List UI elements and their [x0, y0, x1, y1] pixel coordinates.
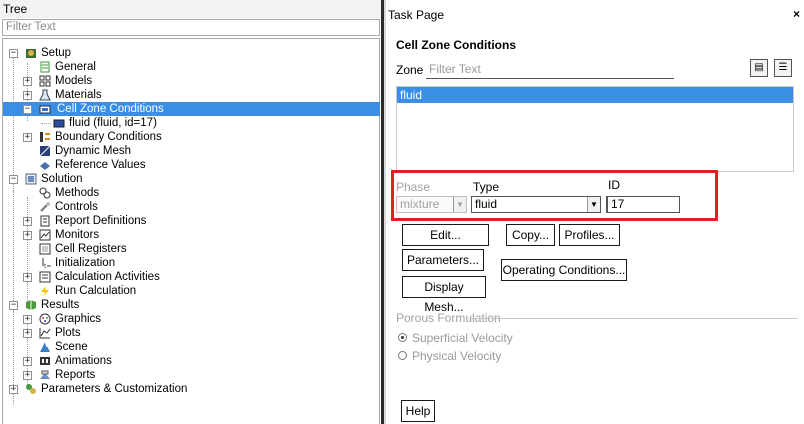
tree-node-results[interactable]: − Results — [3, 298, 303, 312]
superficial-velocity-radio[interactable]: Superficial Velocity — [398, 331, 598, 345]
monitors-icon — [39, 229, 51, 241]
initialization-icon: t=0 — [39, 257, 55, 270]
radio-selected-icon[interactable] — [398, 333, 407, 342]
tree-filter-input[interactable]: Filter Text — [2, 19, 380, 36]
expand-icon[interactable]: + — [23, 231, 32, 240]
svg-text:t=0: t=0 — [44, 263, 51, 269]
help-button[interactable]: Help — [401, 400, 435, 422]
select-all-icon[interactable]: ☰ — [774, 59, 792, 77]
highlight-annotation-box — [391, 170, 718, 221]
graphics-icon — [39, 313, 51, 325]
materials-icon — [39, 89, 51, 101]
display-mesh-button[interactable]: Display Mesh... — [402, 276, 486, 314]
cell-registers-icon — [39, 243, 51, 255]
animations-icon — [39, 355, 51, 367]
section-title: Cell Zone Conditions — [396, 38, 516, 52]
copy-button[interactable]: Copy... — [506, 224, 555, 246]
zone-list[interactable]: fluid — [396, 86, 794, 172]
general-icon — [39, 61, 51, 73]
tree-node-cell-zone-conditions[interactable]: − Cell Zone Conditions — [3, 102, 380, 116]
tree-node-materials[interactable]: + Materials — [3, 88, 303, 102]
tree-node-models[interactable]: + Models — [3, 74, 303, 88]
results-icon — [25, 299, 37, 311]
expand-icon[interactable]: + — [23, 91, 32, 100]
task-page-title: Task Page — [388, 8, 445, 22]
parameters-icon — [25, 383, 37, 395]
tree-node-plots[interactable]: + Plots — [3, 326, 303, 340]
tree-node-animations[interactable]: + Animations — [3, 354, 303, 368]
cell-zone-icon — [39, 103, 51, 115]
tree-node-run-calculation[interactable]: Run Calculation — [3, 284, 303, 298]
tree-view: − Setup General + Models + Materials − C… — [2, 38, 380, 424]
models-icon — [39, 75, 51, 87]
tree-node-setup[interactable]: − Setup — [3, 46, 303, 60]
filter-options-icon[interactable]: ▤ — [750, 59, 768, 77]
methods-icon — [39, 187, 51, 199]
solution-icon — [25, 173, 37, 185]
tree-node-general[interactable]: General — [3, 60, 303, 74]
expand-icon[interactable]: + — [23, 315, 32, 324]
tree-node-scene[interactable]: Scene — [3, 340, 303, 354]
tree-node-cell-registers[interactable]: Cell Registers — [3, 242, 303, 256]
tree-node-monitors[interactable]: + Monitors — [3, 228, 303, 242]
collapse-icon[interactable]: − — [23, 105, 32, 114]
expand-icon[interactable]: + — [23, 133, 32, 142]
tree-panel: Tree Filter Text − Setup General + Model… — [0, 0, 381, 424]
physical-velocity-radio[interactable]: Physical Velocity — [398, 349, 598, 363]
expand-icon[interactable]: + — [23, 217, 32, 226]
report-definitions-icon — [39, 215, 51, 227]
collapse-icon[interactable]: − — [9, 49, 18, 58]
close-icon[interactable]: × — [793, 0, 800, 28]
tree-node-solution[interactable]: − Solution — [3, 172, 303, 186]
dynamic-mesh-icon — [39, 145, 51, 157]
tree-node-initialization[interactable]: t=0 Initialization — [3, 256, 303, 270]
calculation-activities-icon — [39, 271, 51, 283]
expand-icon[interactable]: + — [23, 329, 32, 338]
collapse-icon[interactable]: − — [9, 301, 18, 310]
tree-node-graphics[interactable]: + Graphics — [3, 312, 303, 326]
tree-node-fluid-zone[interactable]: fluid (fluid, id=17) — [3, 116, 303, 130]
expand-icon[interactable]: + — [23, 77, 32, 86]
tree-node-controls[interactable]: Controls — [3, 200, 303, 214]
zone-filter-input[interactable]: Filter Text — [426, 60, 674, 79]
edit-button[interactable]: Edit... — [402, 224, 489, 246]
zone-list-item[interactable]: fluid — [397, 87, 793, 103]
zone-label: Zone — [396, 63, 424, 77]
expand-icon[interactable]: + — [9, 385, 18, 394]
reference-values-icon — [39, 159, 51, 171]
expand-icon[interactable]: + — [23, 357, 32, 366]
expand-icon[interactable]: + — [23, 273, 32, 282]
tree-node-methods[interactable]: Methods — [3, 186, 303, 200]
tree-node-report-definitions[interactable]: + Report Definitions — [3, 214, 303, 228]
operating-conditions-button[interactable]: Operating Conditions... — [501, 259, 627, 281]
plots-icon — [39, 327, 51, 339]
tree-node-calculation-activities[interactable]: + Calculation Activities — [3, 270, 303, 284]
tree-node-dynamic-mesh[interactable]: Dynamic Mesh — [3, 144, 303, 158]
tree-node-reference-values[interactable]: Reference Values — [3, 158, 303, 172]
setup-icon — [25, 47, 37, 59]
tree-panel-title: Tree — [0, 0, 381, 18]
porous-divider — [468, 318, 798, 319]
fluid-zone-icon — [53, 117, 65, 129]
reports-icon — [39, 369, 51, 381]
expand-icon[interactable]: + — [23, 371, 32, 380]
parameters-button[interactable]: Parameters... — [402, 249, 484, 271]
profiles-button[interactable]: Profiles... — [559, 224, 620, 246]
radio-unselected-icon[interactable] — [398, 351, 407, 360]
tree-node-reports[interactable]: + Reports — [3, 368, 303, 382]
tree-node-parameters-customization[interactable]: + Parameters & Customization — [3, 382, 303, 396]
controls-icon — [39, 201, 51, 213]
collapse-icon[interactable]: − — [9, 175, 18, 184]
scene-icon — [39, 341, 51, 353]
run-calculation-icon — [39, 285, 51, 297]
boundary-icon — [39, 131, 51, 143]
tree-node-boundary-conditions[interactable]: + Boundary Conditions — [3, 130, 303, 144]
